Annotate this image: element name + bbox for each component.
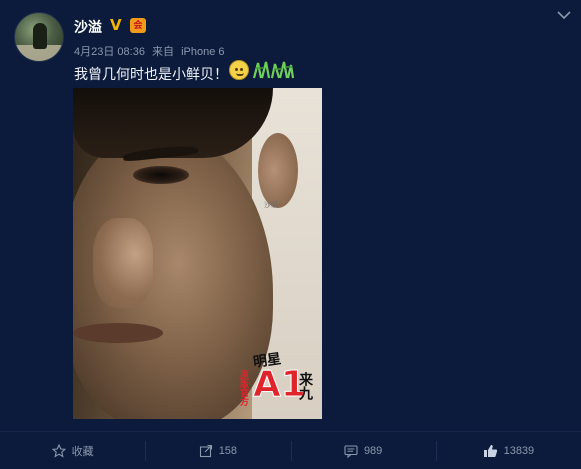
image-ear <box>258 133 298 208</box>
star-icon <box>51 443 66 458</box>
image-watermark: 沙溢 <box>264 202 278 209</box>
favorite-label: 收藏 <box>71 445 94 458</box>
post-text: 我曾几何时也是小鲜贝！ <box>74 66 228 82</box>
repost-button[interactable]: 158 <box>145 432 290 469</box>
author-name[interactable]: 沙溢 <box>74 17 102 37</box>
comment-button[interactable]: 989 <box>290 432 436 469</box>
avatar-figure <box>33 23 47 49</box>
chevron-down-icon[interactable] <box>557 10 571 20</box>
weibo-post-card: 沙溢 V 会 4月23日 08:36 来自 iPhone 6 我曾几何时也是小鲜… <box>0 0 581 469</box>
verified-icon: V <box>110 16 122 34</box>
vip-member-icon[interactable]: 会 <box>130 18 146 33</box>
post-source[interactable]: iPhone 6 <box>181 46 224 58</box>
source-prefix: 来自 <box>152 46 174 58</box>
grass-emoji-icon <box>252 60 294 80</box>
like-button[interactable]: 13839 <box>435 432 581 469</box>
thumbs-up-icon <box>483 444 497 457</box>
comment-count: 989 <box>363 444 383 457</box>
logo-side-text: 原版官方 <box>239 370 249 406</box>
repost-count: 158 <box>218 444 238 457</box>
post-time[interactable]: 4月23日 08:36 <box>74 46 145 58</box>
image-logo: 明星 原版官方 A1 来九 <box>233 350 322 419</box>
like-count: 13839 <box>503 444 535 457</box>
post-image[interactable]: 沙溢 明星 原版官方 A1 来九 <box>73 88 322 419</box>
favorite-button[interactable]: 收藏 <box>0 432 145 469</box>
action-bar: 收藏 158 989 13839 <box>0 431 581 469</box>
comment-icon <box>344 444 358 458</box>
image-eye <box>133 166 189 184</box>
post-meta: 4月23日 08:36 来自 iPhone 6 <box>74 43 229 59</box>
image-nose <box>93 218 153 308</box>
repost-icon <box>199 444 212 457</box>
logo-right-text: 来九 <box>298 372 314 400</box>
author-avatar[interactable] <box>14 12 64 62</box>
image-lips <box>73 323 163 343</box>
smile-emoji-icon <box>229 60 249 80</box>
